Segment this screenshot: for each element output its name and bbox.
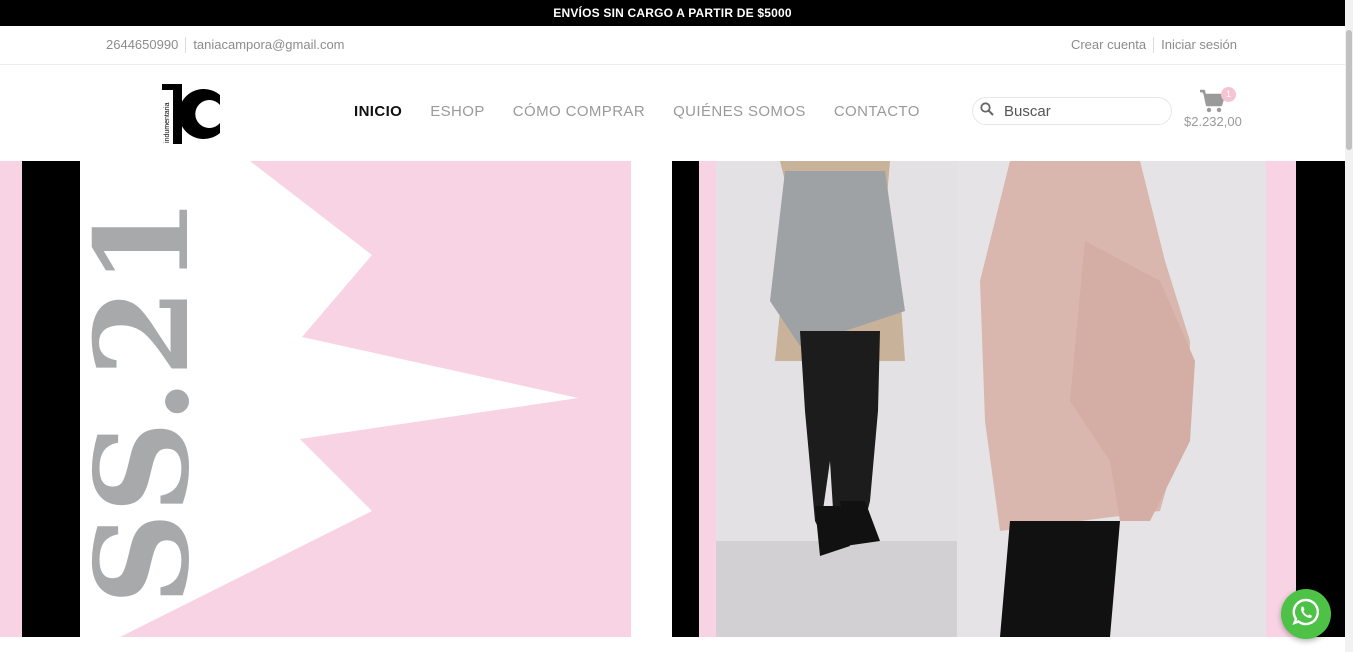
nav-eshop[interactable]: ESHOP [430,103,485,120]
divider [185,37,187,53]
create-account-link[interactable]: Crear cuenta [1071,37,1146,53]
cart-count-badge: 1 [1221,87,1236,102]
svg-text:indumentaria: indumentaria [164,102,171,143]
phone-link[interactable]: 2644650990 [106,37,178,53]
scrollbar-thumb[interactable] [1346,30,1352,150]
cart-widget[interactable]: 1 $2.232,00 [1184,87,1242,131]
main-nav: INICIO ESHOP CÓMO COMPRAR QUIÉNES SOMOS … [354,103,948,120]
nav-inicio[interactable]: INICIO [354,103,402,120]
nav-contacto[interactable]: CONTACTO [834,103,920,120]
nav-quienes-somos[interactable]: QUIÉNES SOMOS [673,103,806,120]
header: indumentaria INICIO ESHOP CÓMO COMPRAR Q… [0,65,1345,161]
page-scrollbar[interactable] [1345,0,1353,652]
divider [1153,37,1155,53]
login-link[interactable]: Iniciar sesión [1161,37,1237,53]
search-input[interactable] [1004,102,1154,120]
store-logo[interactable]: indumentaria [160,83,220,145]
promo-bar: ENVÍOS SIN CARGO A PARTIR DE $5000 [0,0,1345,26]
season-label: SS.21 [68,194,218,606]
whatsapp-icon [1291,597,1321,632]
top-info-bar: 2644650990 taniacampora@gmail.com Crear … [0,26,1345,65]
cart-total: $2.232,00 [1184,114,1242,129]
email-link[interactable]: taniacampora@gmail.com [193,37,344,53]
search-icon[interactable] [980,101,994,121]
search-box[interactable] [972,97,1172,125]
nav-como-comprar[interactable]: CÓMO COMPRAR [513,103,645,120]
promo-text: ENVÍOS SIN CARGO A PARTIR DE $5000 [553,6,792,20]
whatsapp-button[interactable] [1281,589,1331,639]
